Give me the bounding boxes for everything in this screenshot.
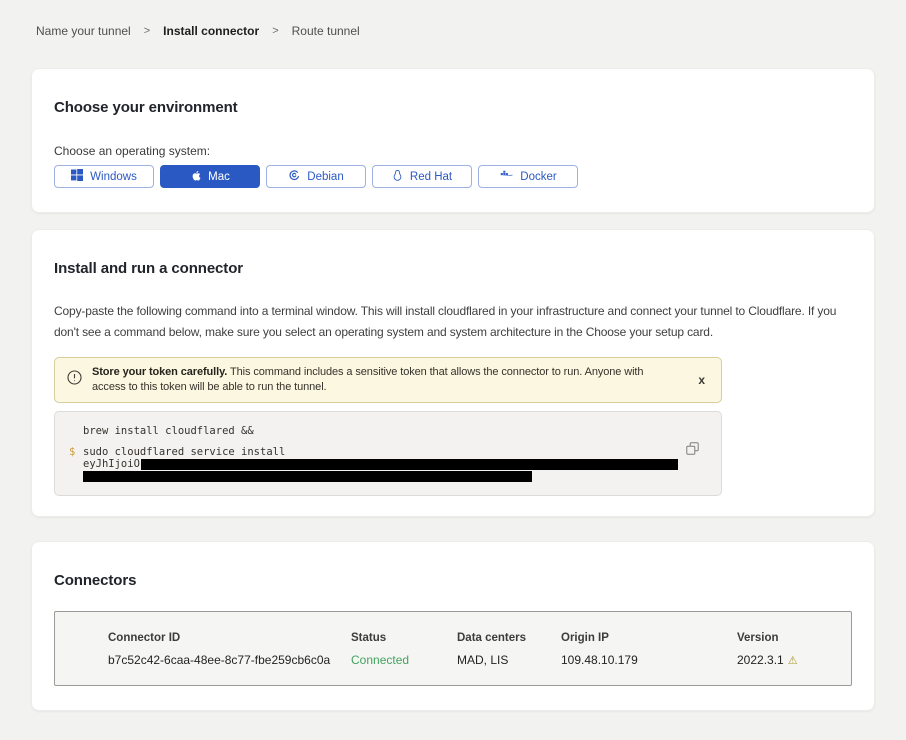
code-line-brew: brew install cloudflared && [69,425,707,437]
connector-version-value: 2022.3.1⚠ [737,653,841,667]
connector-status-value: Connected [351,653,457,667]
install-connector-card: Install and run a connector Copy-paste t… [31,229,875,517]
breadcrumb-route-tunnel[interactable]: Route tunnel [292,24,360,38]
os-button-label: Mac [208,171,230,183]
version-warning-icon: ⚠ [788,655,798,667]
apple-icon [190,169,201,185]
os-button-mac[interactable]: Mac [160,165,260,188]
token-warning-title: Store your token carefully. [92,366,227,378]
redacted-token-bar [83,471,532,482]
os-select-label: Choose an operating system: [54,144,852,158]
connector-data-centers-value: MAD, LIS [457,653,561,667]
os-button-group: Windows Mac Debian [54,165,852,188]
breadcrumb-separator: > [272,25,278,37]
os-button-debian[interactable]: Debian [266,165,366,188]
os-button-windows[interactable]: Windows [54,165,154,188]
breadcrumb-separator: > [144,25,150,37]
code-line-service-install: $ sudo cloudflared service install [69,446,707,458]
install-command-code-block: brew install cloudflared && $ sudo cloud… [54,411,722,496]
breadcrumb-name-your-tunnel[interactable]: Name your tunnel [36,24,131,38]
redhat-icon [392,169,403,185]
docker-icon [499,170,513,184]
os-button-label: Windows [90,171,137,183]
os-button-docker[interactable]: Docker [478,165,578,188]
connectors-table: Connector ID Status Data centers Origin … [54,611,852,686]
install-description: Copy-paste the following command into a … [54,301,852,343]
alert-info-icon [67,370,82,390]
windows-icon [71,169,83,184]
connectors-card: Connectors Connector ID Status Data cent… [31,541,875,711]
os-button-label: Docker [520,171,556,183]
token-warning-text: Store your token carefully. This command… [92,365,670,395]
page: Name your tunnel > Install connector > R… [0,0,906,740]
connectors-card-title: Connectors [54,572,852,589]
environment-card-title: Choose your environment [54,99,852,116]
redacted-token-bar [141,459,678,470]
shell-prompt: $ [69,446,75,458]
token-warning-banner: Store your token carefully. This command… [54,357,722,403]
os-button-label: Red Hat [410,171,452,183]
column-header-origin-ip: Origin IP [561,632,737,644]
column-header-status: Status [351,632,457,644]
connector-origin-ip-value: 109.48.10.179 [561,653,737,667]
install-card-title: Install and run a connector [54,260,852,277]
connectors-table-grid: Connector ID Status Data centers Origin … [108,632,841,667]
debian-icon [288,169,300,184]
copy-icon[interactable] [686,442,699,458]
breadcrumb: Name your tunnel > Install connector > R… [36,0,875,38]
breadcrumb-install-connector[interactable]: Install connector [163,24,259,38]
os-button-redhat[interactable]: Red Hat [372,165,472,188]
choose-environment-card: Choose your environment Choose an operat… [31,68,875,213]
code-line-token: eyJhIjoiO [69,458,707,470]
column-header-connector-id: Connector ID [108,632,351,644]
close-icon[interactable]: x [696,373,707,387]
code-line-token-2 [69,470,707,482]
column-header-data-centers: Data centers [457,632,561,644]
column-header-version: Version [737,632,841,644]
os-button-label: Debian [307,171,343,183]
connector-id-value: b7c52c42-6caa-48ee-8c77-fbe259cb6c0a [108,653,351,667]
